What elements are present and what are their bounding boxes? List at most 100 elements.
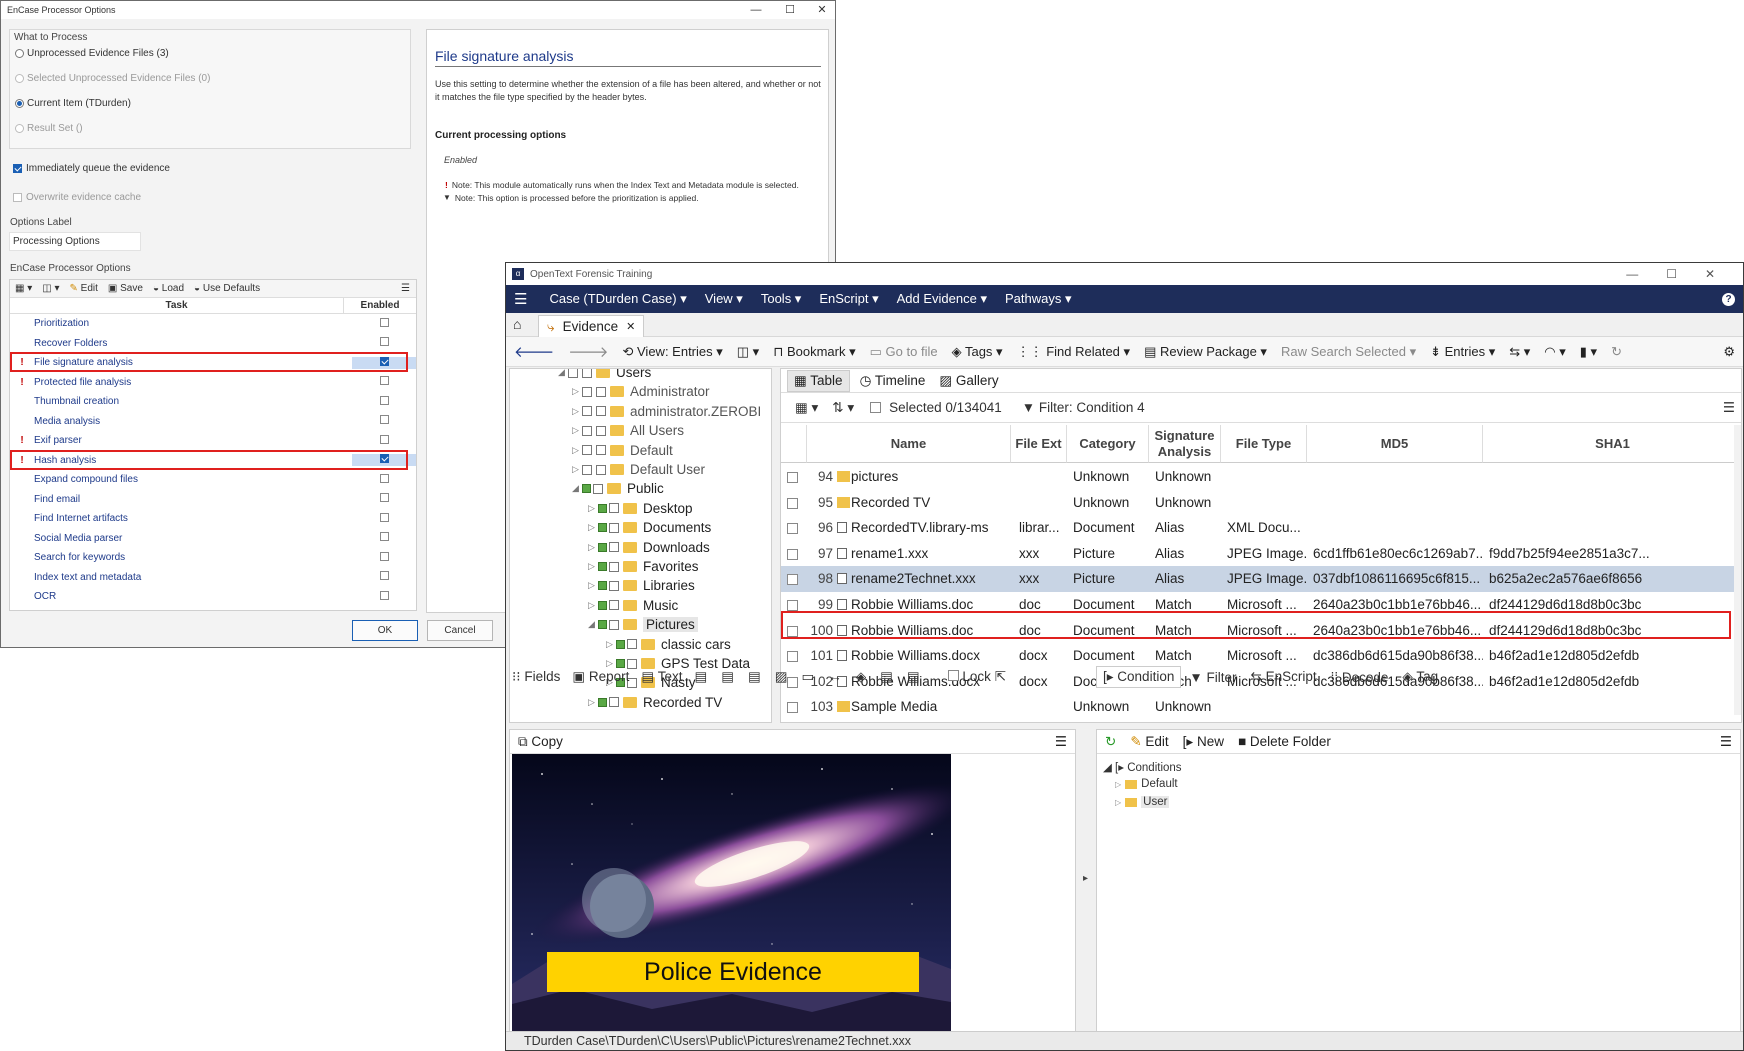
tab-timeline[interactable]: ◷ Timeline bbox=[860, 373, 926, 389]
help-icon[interactable]: ? bbox=[1722, 292, 1735, 306]
home-icon[interactable]: ⌂ bbox=[513, 316, 521, 332]
tree-checkbox[interactable] bbox=[609, 697, 619, 708]
task-enabled-checkbox[interactable] bbox=[379, 434, 389, 444]
tree-node[interactable]: ▷ Default User bbox=[572, 460, 705, 479]
settings-gear-icon[interactable]: ⚙ bbox=[1723, 344, 1735, 360]
conditions-user[interactable]: ▷ User bbox=[1115, 796, 1170, 808]
menu-item[interactable]: Tools ▾ bbox=[761, 291, 802, 307]
use-defaults-button[interactable]: ◒ Use Defaults bbox=[194, 283, 260, 294]
tree-node[interactable]: ▷ Default bbox=[572, 441, 673, 460]
queue-checkbox[interactable] bbox=[13, 164, 22, 173]
close-tab-icon[interactable]: ✕ bbox=[626, 320, 635, 333]
delete-folder-button[interactable]: ■ Delete Folder bbox=[1238, 734, 1331, 749]
task-enabled-checkbox[interactable] bbox=[379, 551, 389, 561]
column-header[interactable]: File Ext bbox=[1011, 425, 1067, 463]
tab-condition[interactable]: [▸ Condition bbox=[1096, 666, 1182, 688]
conditions-root[interactable]: ◢ [▸ Conditions bbox=[1103, 760, 1182, 774]
expand-arrow-icon[interactable]: ◢ bbox=[558, 369, 568, 378]
selection-state-icon[interactable] bbox=[582, 425, 592, 436]
tree-node[interactable]: ▷ Recorded TV bbox=[588, 693, 722, 712]
task-row[interactable]: Search for keywords bbox=[10, 548, 416, 568]
review-package-button[interactable]: ▤ Review Package ▾ bbox=[1144, 344, 1267, 360]
row-checkbox[interactable] bbox=[787, 497, 798, 509]
task-row[interactable]: Media analysis bbox=[10, 412, 416, 432]
tree-node[interactable]: ◢ Pictures bbox=[588, 615, 698, 634]
close-icon[interactable]: ✕ bbox=[809, 1, 835, 19]
tree-node[interactable]: ▷ Documents bbox=[588, 518, 711, 537]
column-header[interactable]: File Type bbox=[1221, 425, 1307, 463]
tree-node[interactable]: ▷ Downloads bbox=[588, 538, 710, 557]
menu-icon[interactable]: ☰ bbox=[401, 283, 410, 294]
splitter-arrow-icon[interactable]: ▸ bbox=[1083, 873, 1088, 884]
tab-filter[interactable]: ▼ Filter bbox=[1189, 670, 1236, 685]
tab-tag[interactable]: ◈ Tag bbox=[1402, 669, 1438, 685]
selection-state-icon[interactable] bbox=[598, 600, 607, 610]
menu-item[interactable]: Case (TDurden Case) ▾ bbox=[549, 291, 686, 307]
row-checkbox[interactable] bbox=[787, 651, 798, 663]
table-row[interactable]: 94 pictures Unknown Unknown bbox=[781, 464, 1741, 490]
expand-arrow-icon[interactable]: ▷ bbox=[606, 639, 616, 650]
expand-arrow-icon[interactable]: ▷ bbox=[588, 580, 598, 591]
task-row[interactable]: ! Exif parser bbox=[10, 431, 416, 451]
cancel-button[interactable]: Cancel bbox=[427, 620, 493, 641]
expand-arrow-icon[interactable]: ▷ bbox=[572, 406, 582, 417]
task-enabled-checkbox[interactable] bbox=[379, 415, 389, 425]
task-row[interactable]: Find Internet artifacts bbox=[10, 509, 416, 529]
tab-decode[interactable]: ⁞⁞ Decode bbox=[1331, 670, 1389, 685]
go-to-file-button[interactable]: ▭ Go to file bbox=[870, 344, 938, 360]
task-enabled-checkbox[interactable] bbox=[379, 532, 389, 542]
task-row[interactable]: ! File signature analysis bbox=[10, 352, 416, 373]
tree-node[interactable]: ◢ Public bbox=[572, 479, 664, 498]
expand-arrow-icon[interactable]: ▷ bbox=[588, 503, 598, 514]
table-row[interactable]: 96 RecordedTV.library-ms librar... Document… bbox=[781, 515, 1741, 541]
view-entries-button[interactable]: ⟲ View: Entries ▾ bbox=[622, 344, 722, 360]
find-related-button[interactable]: ⋮⋮ Find Related ▾ bbox=[1017, 344, 1130, 360]
tree-node[interactable]: ▷ classic cars bbox=[606, 635, 731, 654]
expand-arrow-icon[interactable]: ▷ bbox=[572, 445, 582, 456]
raw-search-selected-button[interactable]: Raw Search Selected ▾ bbox=[1281, 344, 1416, 360]
selection-state-icon[interactable] bbox=[582, 386, 592, 397]
task-enabled-checkbox[interactable] bbox=[379, 590, 389, 600]
refresh-icon[interactable]: ↻ bbox=[1611, 344, 1622, 360]
tree-checkbox[interactable] bbox=[609, 522, 619, 533]
expand-arrow-icon[interactable]: ◢ bbox=[588, 619, 598, 630]
tree-node[interactable]: ▷ administrator.ZEROBI bbox=[572, 402, 761, 421]
conditions-default[interactable]: ▷ Default bbox=[1115, 778, 1178, 790]
task-enabled-checkbox[interactable] bbox=[379, 512, 389, 522]
layout-icon[interactable]: ◫ ▾ bbox=[42, 283, 59, 294]
row-checkbox[interactable] bbox=[787, 548, 798, 560]
task-row[interactable]: Thumbnail creation bbox=[10, 392, 416, 412]
export-icon[interactable]: ⇱ bbox=[995, 669, 1006, 684]
menu-item[interactable]: Add Evidence ▾ bbox=[897, 291, 987, 307]
task-row[interactable]: Recover Folders bbox=[10, 334, 416, 354]
tree-checkbox[interactable] bbox=[627, 639, 637, 650]
options-label-input[interactable]: Processing Options bbox=[9, 232, 141, 251]
task-enabled-checkbox[interactable] bbox=[379, 376, 389, 386]
forward-arrow-icon[interactable]: 🡒 bbox=[568, 342, 608, 361]
tree-checkbox[interactable] bbox=[609, 503, 619, 514]
maximize-icon[interactable]: ☐ bbox=[777, 1, 803, 19]
tree-node[interactable]: ▷ Libraries bbox=[588, 576, 695, 595]
tree-checkbox[interactable] bbox=[596, 445, 606, 456]
expand-arrow-icon[interactable]: ▷ bbox=[572, 425, 582, 436]
cond-edit-button[interactable]: ✎ Edit bbox=[1130, 734, 1168, 749]
lock-checkbox[interactable] bbox=[947, 670, 959, 681]
row-checkbox[interactable] bbox=[787, 523, 798, 535]
entries-button[interactable]: ⇟ Entries ▾ bbox=[1430, 344, 1495, 360]
task-enabled-checkbox[interactable] bbox=[379, 473, 389, 483]
selection-state-icon[interactable] bbox=[616, 639, 625, 649]
table-row[interactable]: 98 rename2Technet.xxx xxx Picture Alias JPEG … bbox=[781, 566, 1741, 592]
tree-checkbox[interactable] bbox=[609, 561, 619, 572]
expand-arrow-icon[interactable]: ◢ bbox=[572, 483, 582, 494]
selection-state-icon[interactable] bbox=[598, 503, 607, 513]
radio-option[interactable]: Current Item (TDurden) bbox=[15, 98, 131, 109]
table-row[interactable]: 97 rename1.xxx xxx Picture Alias JPEG Image..… bbox=[781, 541, 1741, 567]
window-controls[interactable]: —☐✕ bbox=[1626, 267, 1743, 281]
tree-checkbox[interactable] bbox=[582, 369, 592, 378]
column-header[interactable]: MD5 bbox=[1307, 425, 1483, 463]
grid-options-icon[interactable]: ▦ ▾ bbox=[795, 400, 818, 416]
task-enabled-checkbox[interactable] bbox=[379, 317, 389, 327]
other-view-icons[interactable]: ▤▤▤▨▭↔◈▤▤ bbox=[694, 669, 933, 685]
task-row[interactable]: ! Protected file analysis bbox=[10, 373, 416, 393]
expand-arrow-icon[interactable]: ▷ bbox=[588, 522, 598, 533]
